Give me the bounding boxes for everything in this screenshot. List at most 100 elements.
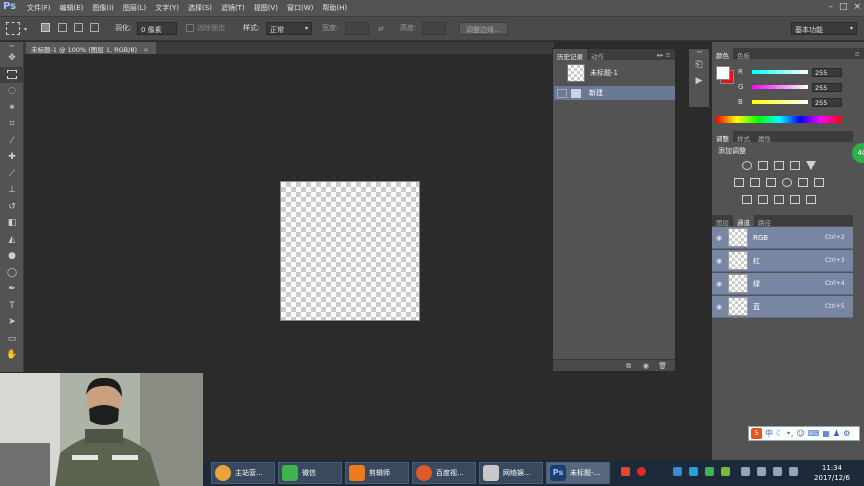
- keyboard-icon[interactable]: ⌨: [808, 429, 820, 438]
- tab-color[interactable]: 颜色: [712, 48, 733, 60]
- eraser-tool-icon[interactable]: ◧: [0, 215, 24, 232]
- trash-icon[interactable]: 🗑: [658, 362, 667, 370]
- menu-file[interactable]: 文件(F): [27, 3, 51, 13]
- rectangle-tool-icon[interactable]: ▭: [0, 331, 24, 348]
- marquee-tool-icon[interactable]: [0, 66, 24, 83]
- tab-properties[interactable]: 属性: [754, 131, 775, 143]
- b-value-input[interactable]: 255: [812, 97, 842, 107]
- selective-color-icon[interactable]: [790, 195, 800, 204]
- menu-view[interactable]: 视图(V): [254, 3, 278, 13]
- ime-language[interactable]: 中: [765, 428, 773, 439]
- paint-bucket-tool-icon[interactable]: ◭: [0, 232, 24, 249]
- tab-paths[interactable]: 路径: [754, 215, 775, 227]
- brightness-contrast-icon[interactable]: [742, 161, 752, 170]
- history-panel-icon[interactable]: ⎗: [689, 57, 709, 73]
- tray-wechat-icon[interactable]: [705, 467, 714, 476]
- threshold-icon[interactable]: [774, 195, 784, 204]
- tray-antivirus-icon[interactable]: [637, 467, 646, 476]
- color-lookup-icon[interactable]: [814, 178, 824, 187]
- pen-tool-icon[interactable]: ✒: [0, 281, 24, 298]
- path-selection-tool-icon[interactable]: ➤: [0, 314, 24, 331]
- photo-filter-icon[interactable]: [782, 178, 792, 187]
- new-document-from-state-icon[interactable]: ⧉: [626, 362, 631, 371]
- workspace-select[interactable]: 基本功能 ▾: [791, 22, 857, 35]
- g-value-input[interactable]: 255: [812, 82, 842, 92]
- menu-filter[interactable]: 滤镜(T): [221, 3, 245, 13]
- clone-stamp-tool-icon[interactable]: ⊥: [0, 182, 24, 199]
- taskbar-app-photoshop[interactable]: Ps 未标题-...: [546, 462, 610, 484]
- maximize-button[interactable]: □: [839, 2, 848, 12]
- history-snapshot[interactable]: 未标题-1: [553, 61, 675, 85]
- eye-icon[interactable]: ◉: [712, 234, 726, 242]
- eyedropper-tool-icon[interactable]: ⁄: [0, 133, 24, 150]
- tab-actions[interactable]: 动作: [587, 49, 608, 61]
- color-spectrum-ramp[interactable]: [716, 116, 842, 123]
- curves-icon[interactable]: [774, 161, 784, 170]
- r-value-input[interactable]: 255: [812, 67, 842, 77]
- transparent-canvas[interactable]: [280, 181, 420, 321]
- antialias-checkbox[interactable]: [186, 24, 194, 32]
- channel-row-blue[interactable]: ◉ 蓝 Ctrl+5: [712, 296, 853, 318]
- taskbar-app-chrome[interactable]: 主站营...: [211, 462, 275, 484]
- eye-icon[interactable]: ◉: [712, 280, 726, 288]
- tray-network-icon[interactable]: [673, 467, 682, 476]
- levels-icon[interactable]: [758, 161, 768, 170]
- minimize-button[interactable]: –: [828, 2, 833, 12]
- move-tool-icon[interactable]: ✥: [0, 50, 24, 67]
- tray-flag-icon[interactable]: [741, 467, 750, 476]
- tools-icon[interactable]: ⚙: [843, 429, 850, 438]
- close-button[interactable]: ×: [853, 2, 861, 12]
- r-slider[interactable]: [752, 70, 808, 74]
- dodge-tool-icon[interactable]: ◯: [0, 265, 24, 282]
- taskbar-clock[interactable]: 11:34 2017/12/6: [807, 463, 857, 483]
- tab-layers[interactable]: 图层: [712, 215, 733, 227]
- moon-icon[interactable]: ☾: [776, 429, 783, 438]
- exposure-icon[interactable]: [790, 161, 800, 170]
- taskbar-app-video-editor[interactable]: 剪辑师: [345, 462, 409, 484]
- menu-type[interactable]: 文字(Y): [155, 3, 179, 13]
- color-balance-icon[interactable]: [750, 178, 760, 187]
- hue-saturation-icon[interactable]: [734, 178, 744, 187]
- refine-edge-button[interactable]: 调整边缘...: [459, 22, 508, 35]
- healing-brush-tool-icon[interactable]: ✚: [0, 149, 24, 166]
- tab-channels[interactable]: 通道: [733, 215, 754, 227]
- chevron-down-icon[interactable]: ▾: [24, 26, 27, 33]
- smile-icon[interactable]: ☺: [796, 429, 804, 438]
- skin-icon[interactable]: ▦: [822, 429, 830, 438]
- add-selection-icon[interactable]: [58, 23, 67, 32]
- menu-select[interactable]: 选择(S): [188, 3, 212, 13]
- channel-mixer-icon[interactable]: [798, 178, 808, 187]
- menu-help[interactable]: 帮助(H): [322, 3, 347, 13]
- panel-menu-icon[interactable]: ▸▸ ≡: [653, 49, 675, 60]
- tray-cloud-icon[interactable]: [689, 467, 698, 476]
- close-icon[interactable]: ×: [143, 46, 148, 54]
- height-input[interactable]: [422, 22, 446, 35]
- history-item-new[interactable]: 新建: [554, 86, 675, 100]
- tab-swatches[interactable]: 色板: [733, 48, 754, 60]
- eye-icon[interactable]: ◉: [712, 257, 726, 265]
- magic-wand-tool-icon[interactable]: ✶: [0, 100, 24, 117]
- menu-edit[interactable]: 编辑(E): [60, 3, 84, 13]
- channel-row-red[interactable]: ◉ 红 Ctrl+3: [712, 250, 853, 272]
- width-input[interactable]: [345, 22, 369, 35]
- taskbar-app-baidu-video[interactable]: 百度视...: [412, 462, 476, 484]
- channel-row-green[interactable]: ◉ 绿 Ctrl+4: [712, 273, 853, 295]
- intersect-selection-icon[interactable]: [90, 23, 99, 32]
- collapse-icon[interactable]: ▸▸: [0, 42, 24, 50]
- hand-tool-icon[interactable]: ✋: [0, 347, 24, 364]
- vibrance-icon[interactable]: [806, 161, 816, 170]
- black-white-icon[interactable]: [766, 178, 776, 187]
- menu-image[interactable]: 图像(I): [92, 3, 114, 13]
- document-tab[interactable]: 未标题-1 @ 100% (图层 1, RGB/8) ×: [26, 42, 156, 54]
- tab-adjustments[interactable]: 调整: [712, 131, 733, 143]
- sogou-icon[interactable]: S: [751, 428, 762, 439]
- brush-tool-icon[interactable]: ⟋: [0, 166, 24, 183]
- crop-tool-icon[interactable]: ⌗: [0, 116, 24, 133]
- posterize-icon[interactable]: [758, 195, 768, 204]
- user-icon[interactable]: ♟: [833, 429, 840, 438]
- feather-input[interactable]: 0 像素: [137, 22, 177, 35]
- new-selection-icon[interactable]: [41, 23, 50, 32]
- tray-display-icon[interactable]: [757, 467, 766, 476]
- subtract-selection-icon[interactable]: [74, 23, 83, 32]
- g-slider[interactable]: [752, 85, 808, 89]
